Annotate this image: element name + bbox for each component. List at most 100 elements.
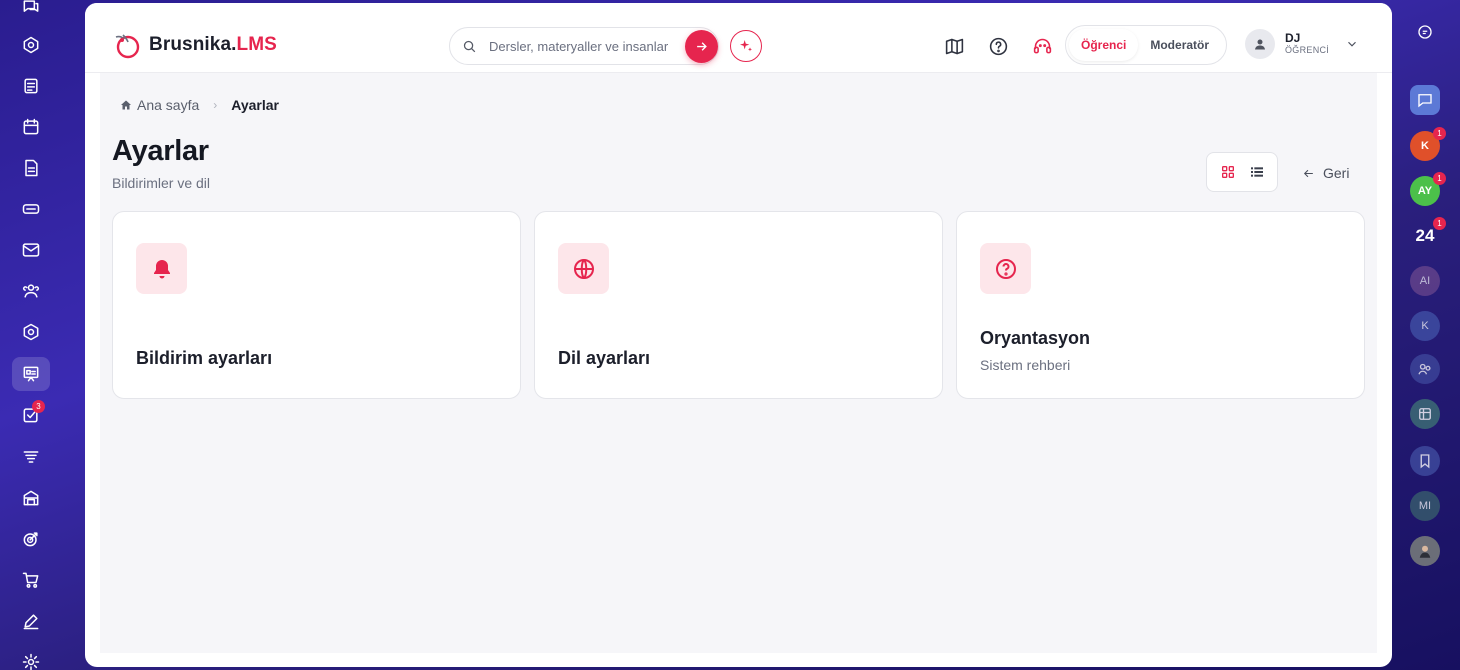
users-nav-button[interactable]: [12, 274, 50, 308]
hexagon-nav-button[interactable]: [12, 315, 50, 349]
gear-icon: [22, 653, 40, 670]
badge-nav-button[interactable]: [12, 28, 50, 62]
library-nav-button[interactable]: [12, 481, 50, 515]
language-settings-card[interactable]: Dil ayarları: [534, 211, 943, 399]
target-icon: [23, 532, 38, 547]
bookmark-chat-button[interactable]: [1410, 446, 1440, 476]
tasks-badge: 3: [32, 400, 45, 413]
role-moderator-option[interactable]: Moderatör: [1138, 29, 1221, 61]
bell-icon: [153, 259, 170, 278]
group-chat-button[interactable]: [1410, 354, 1440, 384]
contact-ay[interactable]: AY 1: [1410, 172, 1446, 206]
map-icon: [945, 38, 963, 54]
user-initials: DJ: [1285, 31, 1301, 46]
card-title: Oryantasyon: [980, 328, 1091, 348]
chat-icon: [23, 0, 39, 12]
role-student-option[interactable]: Öğrenci: [1069, 29, 1139, 61]
filter-nav-button[interactable]: [12, 440, 50, 474]
breadcrumb-home-label: Ana sayfa: [137, 97, 200, 113]
card-icon-badge: [980, 243, 1031, 294]
notes-icon: [24, 78, 38, 94]
sparkle-icon: [740, 40, 752, 52]
contact-k2-initials: K: [1421, 320, 1429, 332]
contact-k2[interactable]: K: [1410, 311, 1440, 341]
user-menu[interactable]: DJ ÖĞRENCİ: [1245, 29, 1359, 59]
left-navigation-rail: 3: [0, 0, 64, 670]
bitrix24-button[interactable]: 24 1: [1410, 217, 1446, 251]
mail-nav-button[interactable]: [12, 233, 50, 267]
orientation-card[interactable]: Oryantasyon Sistem rehberi: [956, 211, 1365, 399]
document-nav-button[interactable]: [12, 151, 50, 185]
card-icon-badge: [136, 243, 187, 294]
library-icon: [23, 490, 39, 506]
back-button[interactable]: Geri: [1302, 165, 1349, 181]
contact-ay-initials: AY: [1417, 185, 1433, 197]
card-nav-button[interactable]: [12, 192, 50, 226]
brand-logo[interactable]: Brusnika.LMS: [111, 29, 277, 61]
tasks-nav-button[interactable]: 3: [12, 398, 50, 432]
question-circle-icon: [989, 37, 1007, 55]
berry-logo-icon: [111, 29, 143, 61]
ai-assistant-button[interactable]: [730, 30, 762, 62]
badge-icon: [23, 36, 39, 54]
home-icon: [121, 100, 131, 110]
message-icon: [1418, 94, 1432, 108]
contact-k[interactable]: K 1: [1410, 127, 1446, 161]
brand-name-main: Brusnika.: [149, 34, 237, 55]
user-icon: [1255, 39, 1265, 50]
contact-ay-badge: 1: [1433, 172, 1446, 185]
main-panel: Brusnika.LMS Öğrenci Moderatör: [85, 3, 1392, 667]
map-button[interactable]: [942, 34, 966, 58]
assistant-button[interactable]: [1410, 17, 1440, 47]
user-role: ÖĞRENCİ: [1285, 44, 1330, 55]
bitrix24-label: 24: [1415, 226, 1435, 245]
shop-nav-button[interactable]: [12, 563, 50, 597]
right-contacts-rail: K 1 AY 1 24 1 AI K MI: [1392, 0, 1460, 670]
bookmark-icon: [1420, 454, 1430, 469]
question-circle-icon: [995, 258, 1016, 279]
sheet-chat-button[interactable]: [1410, 399, 1440, 429]
filter-icon: [23, 451, 39, 463]
card-icon: [22, 204, 40, 214]
page-subtitle: Bildirimler ve dil: [112, 175, 211, 191]
brand-name-accent: LMS: [236, 34, 277, 55]
grid-icon: [1221, 166, 1234, 178]
breadcrumb: Ana sayfa › Ayarlar: [120, 97, 279, 113]
page-content: Ana sayfa › Ayarlar Ayarlar Bildirimler …: [100, 73, 1377, 653]
presentation-nav-button[interactable]: [12, 357, 50, 391]
contact-ai-initials: AI: [1419, 275, 1431, 287]
chat-nav-button[interactable]: [12, 0, 50, 24]
messages-button[interactable]: [1410, 85, 1440, 115]
help-button[interactable]: [986, 34, 1010, 58]
list-view-button[interactable]: [1244, 159, 1270, 185]
calendar-icon: [23, 118, 39, 135]
view-toggle: [1206, 152, 1278, 192]
contact-k-badge: 1: [1433, 127, 1446, 140]
notes-nav-button[interactable]: [12, 69, 50, 103]
target-nav-button[interactable]: [12, 522, 50, 556]
contact-avatar-photo[interactable]: [1410, 536, 1440, 566]
edit-nav-button[interactable]: [12, 604, 50, 638]
search-input[interactable]: [489, 38, 674, 54]
calendar-nav-button[interactable]: [12, 110, 50, 144]
hexagon-icon: [23, 323, 39, 341]
top-bar: Brusnika.LMS Öğrenci Moderatör: [85, 3, 1392, 73]
avatar: [1245, 29, 1275, 59]
contact-ai[interactable]: AI: [1410, 266, 1440, 296]
notification-settings-card[interactable]: Bildirim ayarları: [112, 211, 521, 399]
bot-chat-icon: [1418, 25, 1432, 39]
grid-view-button[interactable]: [1215, 159, 1241, 185]
card-title: Bildirim ayarları: [136, 348, 273, 368]
breadcrumb-home-link[interactable]: Ana sayfa: [120, 97, 199, 113]
search-submit-button[interactable]: [685, 30, 718, 63]
document-icon: [25, 159, 38, 177]
contact-k-initials: K: [1421, 140, 1429, 152]
search-icon: [463, 40, 476, 52]
contact-mi[interactable]: MI: [1410, 491, 1440, 521]
mail-icon: [22, 243, 40, 257]
headset-icon: [1033, 38, 1051, 53]
support-button[interactable]: [1030, 34, 1054, 58]
settings-nav-button[interactable]: [12, 645, 50, 670]
presentation-icon: [23, 366, 39, 382]
arrow-left-icon: [1303, 169, 1313, 177]
